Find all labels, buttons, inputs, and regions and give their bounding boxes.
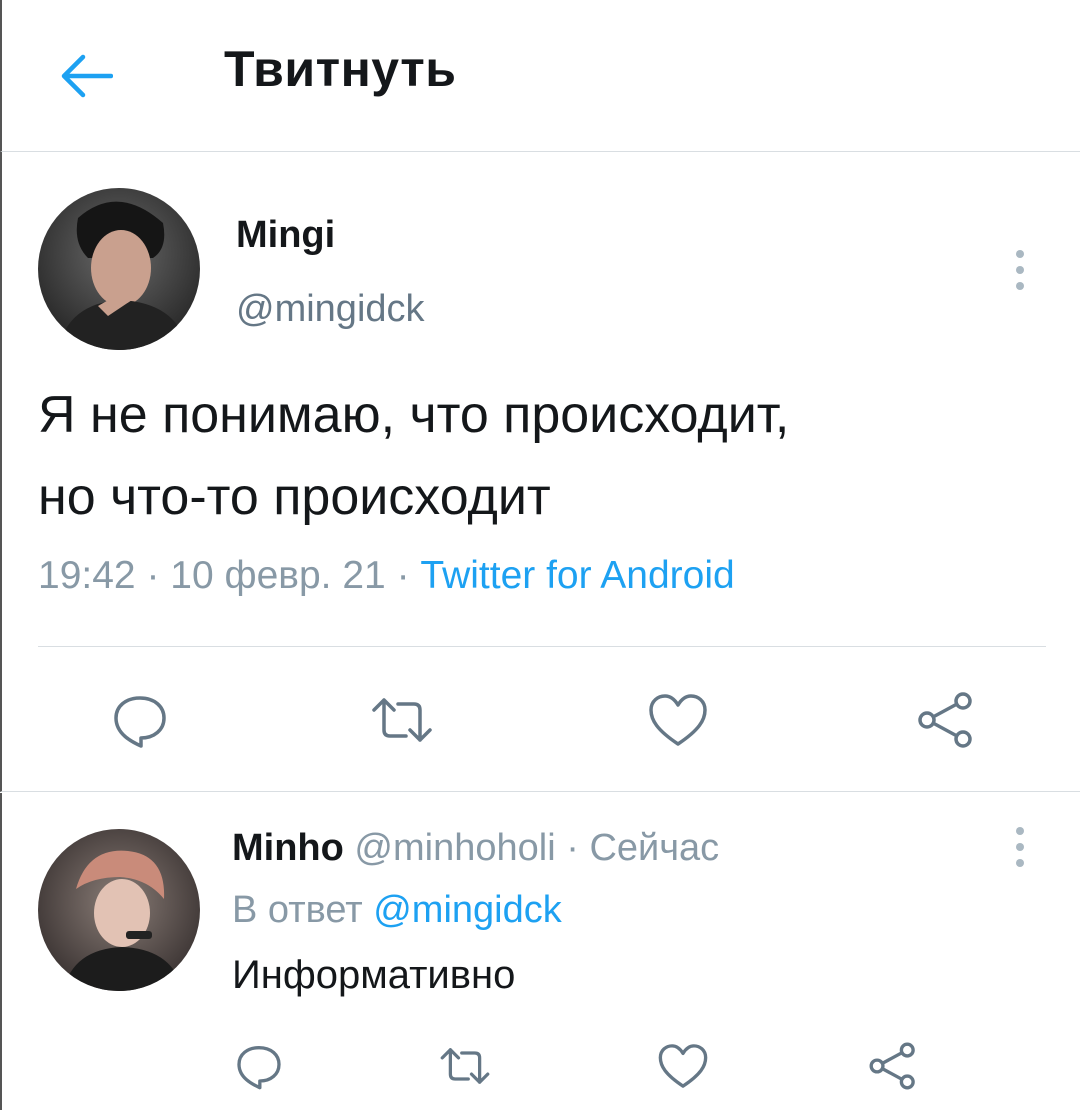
reply-prefix: В ответ [232, 889, 363, 931]
back-button[interactable] [54, 44, 118, 108]
mention-link[interactable]: @mingidck [373, 889, 562, 931]
share-button[interactable] [906, 680, 986, 760]
like-button[interactable] [638, 680, 718, 760]
retweet-button[interactable] [430, 1031, 500, 1101]
avatar-photo [38, 188, 200, 350]
page-title: Твитнуть [224, 41, 457, 97]
separator: · [135, 554, 171, 597]
share-button[interactable] [858, 1031, 928, 1101]
author-name[interactable]: Minho [232, 827, 344, 869]
like-icon [649, 694, 707, 746]
like-button[interactable] [648, 1031, 718, 1101]
retweet-icon [440, 1048, 490, 1084]
tweet-metadata: 19:42 · 10 февр. 21 · Twitter for Androi… [38, 554, 735, 598]
reply-context: В ответ @mingidck [232, 889, 562, 932]
reply-author-line: Minho @minhoholi · Сейчас [232, 827, 719, 870]
avatar-photo [38, 829, 200, 991]
retweet-button[interactable] [362, 680, 442, 760]
tweet-actions [2, 652, 1080, 792]
separator: · [385, 554, 421, 597]
tweet-date: 10 февр. 21 [170, 554, 386, 597]
reply-tweet[interactable]: Minho @minhoholi · Сейчас В ответ @mingi… [0, 793, 1080, 1110]
tweet-actions [2, 1023, 1080, 1110]
tweet-source-link[interactable]: Twitter for Android [420, 554, 734, 597]
share-icon [869, 1042, 915, 1090]
avatar[interactable] [38, 829, 200, 991]
divider [38, 646, 1046, 647]
main-tweet: Mingi @mingidck Я не понимаю, что происх… [0, 152, 1080, 792]
reply-button[interactable] [100, 680, 180, 760]
reply-button[interactable] [224, 1031, 294, 1101]
tweet-text-line: Я не понимаю, что происходит, [38, 386, 790, 444]
arrow-left-icon [61, 54, 113, 98]
like-icon [658, 1044, 708, 1088]
tweet-time: Сейчас [589, 827, 720, 869]
tweet-text: Я не понимаю, что происходит, но что-то … [38, 374, 1048, 538]
tweet-time: 19:42 [38, 554, 136, 597]
reply-icon [237, 1046, 281, 1090]
avatar[interactable] [38, 188, 200, 350]
author-name[interactable]: Mingi [236, 214, 335, 257]
top-app-bar: Твитнуть [0, 0, 1080, 152]
author-handle[interactable]: @minhoholi [354, 827, 555, 869]
reply-icon [114, 696, 166, 748]
author-handle[interactable]: @mingidck [236, 288, 425, 331]
separator: · [555, 827, 590, 869]
more-options-icon[interactable] [1010, 827, 1030, 867]
more-options-icon[interactable] [1010, 250, 1030, 290]
tweet-text: Информативно [232, 953, 516, 997]
retweet-icon [372, 698, 432, 742]
tweet-text-line: но что-то происходит [38, 468, 551, 526]
share-icon [918, 692, 972, 748]
